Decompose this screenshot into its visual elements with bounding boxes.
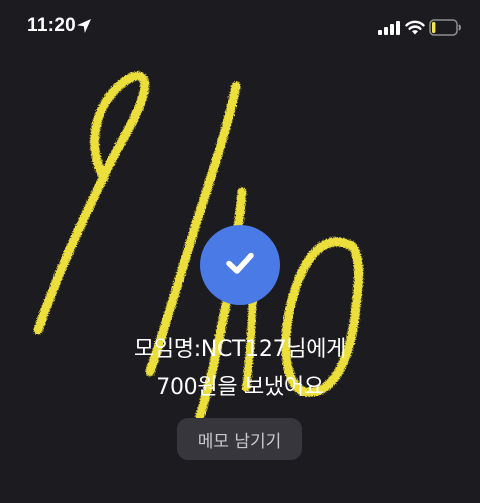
- status-time: 11:20: [27, 15, 77, 36]
- confirmation-amount-text: 700원을 보냈어요: [156, 375, 324, 400]
- status-bar: 11:20: [0, 0, 480, 56]
- checkmark-icon: [218, 241, 262, 289]
- confirmation-recipient-text: 모임명:NCT127님에게: [133, 337, 347, 362]
- leave-memo-button[interactable]: 메모 남기기: [177, 418, 302, 460]
- success-check-badge: [200, 225, 280, 305]
- battery-level-fill: [432, 22, 436, 33]
